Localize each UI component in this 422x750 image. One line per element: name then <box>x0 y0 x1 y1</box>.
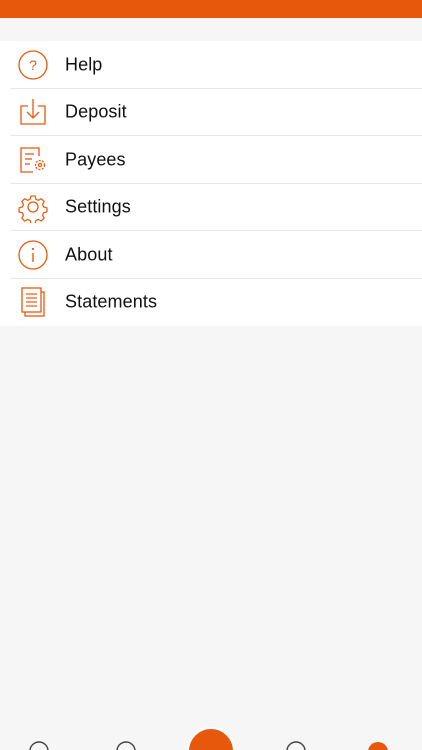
menu-item-statements[interactable]: Statements <box>0 279 422 327</box>
deposit-download-icon <box>20 99 46 125</box>
menu-item-label: Help <box>65 54 103 75</box>
tab-icon-5[interactable] <box>366 740 390 750</box>
tab-icon-2[interactable] <box>115 740 137 750</box>
menu-item-label: Statements <box>65 291 158 312</box>
menu-item-label: Deposit <box>65 101 127 122</box>
menu-item-label: Settings <box>65 196 131 217</box>
menu-item-help[interactable]: ? Help <box>0 41 422 89</box>
info-circle-icon <box>18 240 48 270</box>
menu-item-settings[interactable]: Settings <box>0 184 422 232</box>
menu-item-label: About <box>65 244 113 265</box>
tab-icon-4[interactable] <box>285 740 307 750</box>
bottom-tab-bar <box>0 727 422 750</box>
gear-icon <box>18 195 48 224</box>
menu-item-label: Payees <box>65 149 126 170</box>
menu-item-about[interactable]: About <box>0 231 422 279</box>
statements-pages-icon <box>21 287 45 317</box>
tab-center-action-icon[interactable] <box>186 726 236 750</box>
payees-document-gear-icon <box>20 147 46 173</box>
menu-item-payees[interactable]: Payees <box>0 136 422 184</box>
menu-item-deposit[interactable]: Deposit <box>0 89 422 137</box>
svg-text:?: ? <box>29 57 37 73</box>
top-app-bar <box>0 0 422 18</box>
help-circle-icon: ? <box>18 50 48 80</box>
more-menu-list: ? Help Deposit Payees Settings About Sta… <box>0 41 422 326</box>
tab-icon-1[interactable] <box>28 740 50 750</box>
